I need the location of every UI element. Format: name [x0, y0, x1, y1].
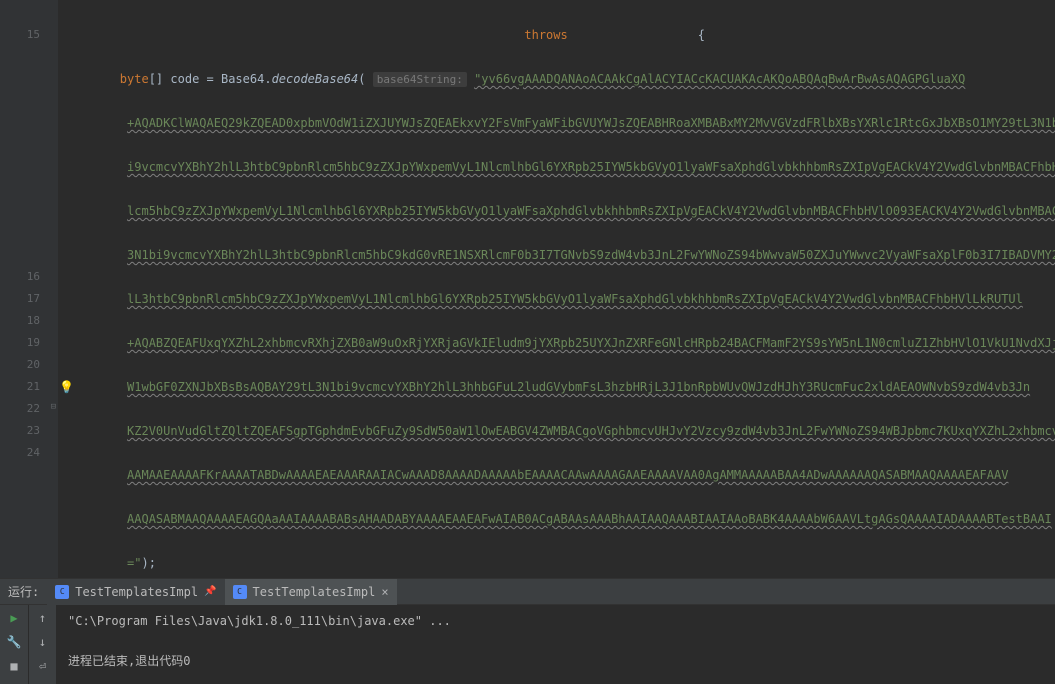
- run-tab-pinned[interactable]: C TestTemplatesImpl 📌: [47, 579, 224, 605]
- run-tabs: 运行: C TestTemplatesImpl 📌 C TestTemplate…: [0, 579, 1055, 605]
- close-icon[interactable]: ×: [381, 585, 388, 599]
- java-class-icon: C: [55, 585, 69, 599]
- soft-wrap-icon[interactable]: ⏎: [34, 657, 52, 675]
- gutter: 15 16 17 18 19 20 21 22 23 24 💡 ⊟: [0, 0, 58, 578]
- console-area: ▶ 🔧 ■ ↑ ↓ ⏎ "C:\Program Files\Java\jdk1.…: [0, 605, 1055, 684]
- java-class-icon: C: [233, 585, 247, 599]
- code-editor[interactable]: throws { byte[] code = Base64.decodeBase…: [58, 0, 1055, 578]
- console-exit-line: 进程已结束,退出代码0: [68, 651, 1043, 671]
- editor-area: 15 16 17 18 19 20 21 22 23 24 💡 ⊟ t: [0, 0, 1055, 578]
- run-tool-window: 运行: C TestTemplatesImpl 📌 C TestTemplate…: [0, 578, 1055, 684]
- rerun-icon[interactable]: ▶: [5, 609, 23, 627]
- console-toolbar-left: ▶ 🔧 ■: [0, 605, 28, 684]
- console-toolbar-right: ↑ ↓ ⏎: [28, 605, 56, 684]
- console-line: "C:\Program Files\Java\jdk1.8.0_111\bin\…: [68, 611, 1043, 631]
- console-output[interactable]: "C:\Program Files\Java\jdk1.8.0_111\bin\…: [56, 605, 1055, 684]
- down-icon[interactable]: ↓: [34, 633, 52, 651]
- up-icon[interactable]: ↑: [34, 609, 52, 627]
- pin-icon[interactable]: 📌: [204, 586, 216, 597]
- wrench-icon[interactable]: 🔧: [5, 633, 23, 651]
- run-label: 运行:: [0, 583, 47, 600]
- fold-marker-icon[interactable]: ⊟: [51, 396, 56, 418]
- stop-icon[interactable]: ■: [5, 657, 23, 675]
- run-tab-active[interactable]: C TestTemplatesImpl ×: [225, 579, 397, 605]
